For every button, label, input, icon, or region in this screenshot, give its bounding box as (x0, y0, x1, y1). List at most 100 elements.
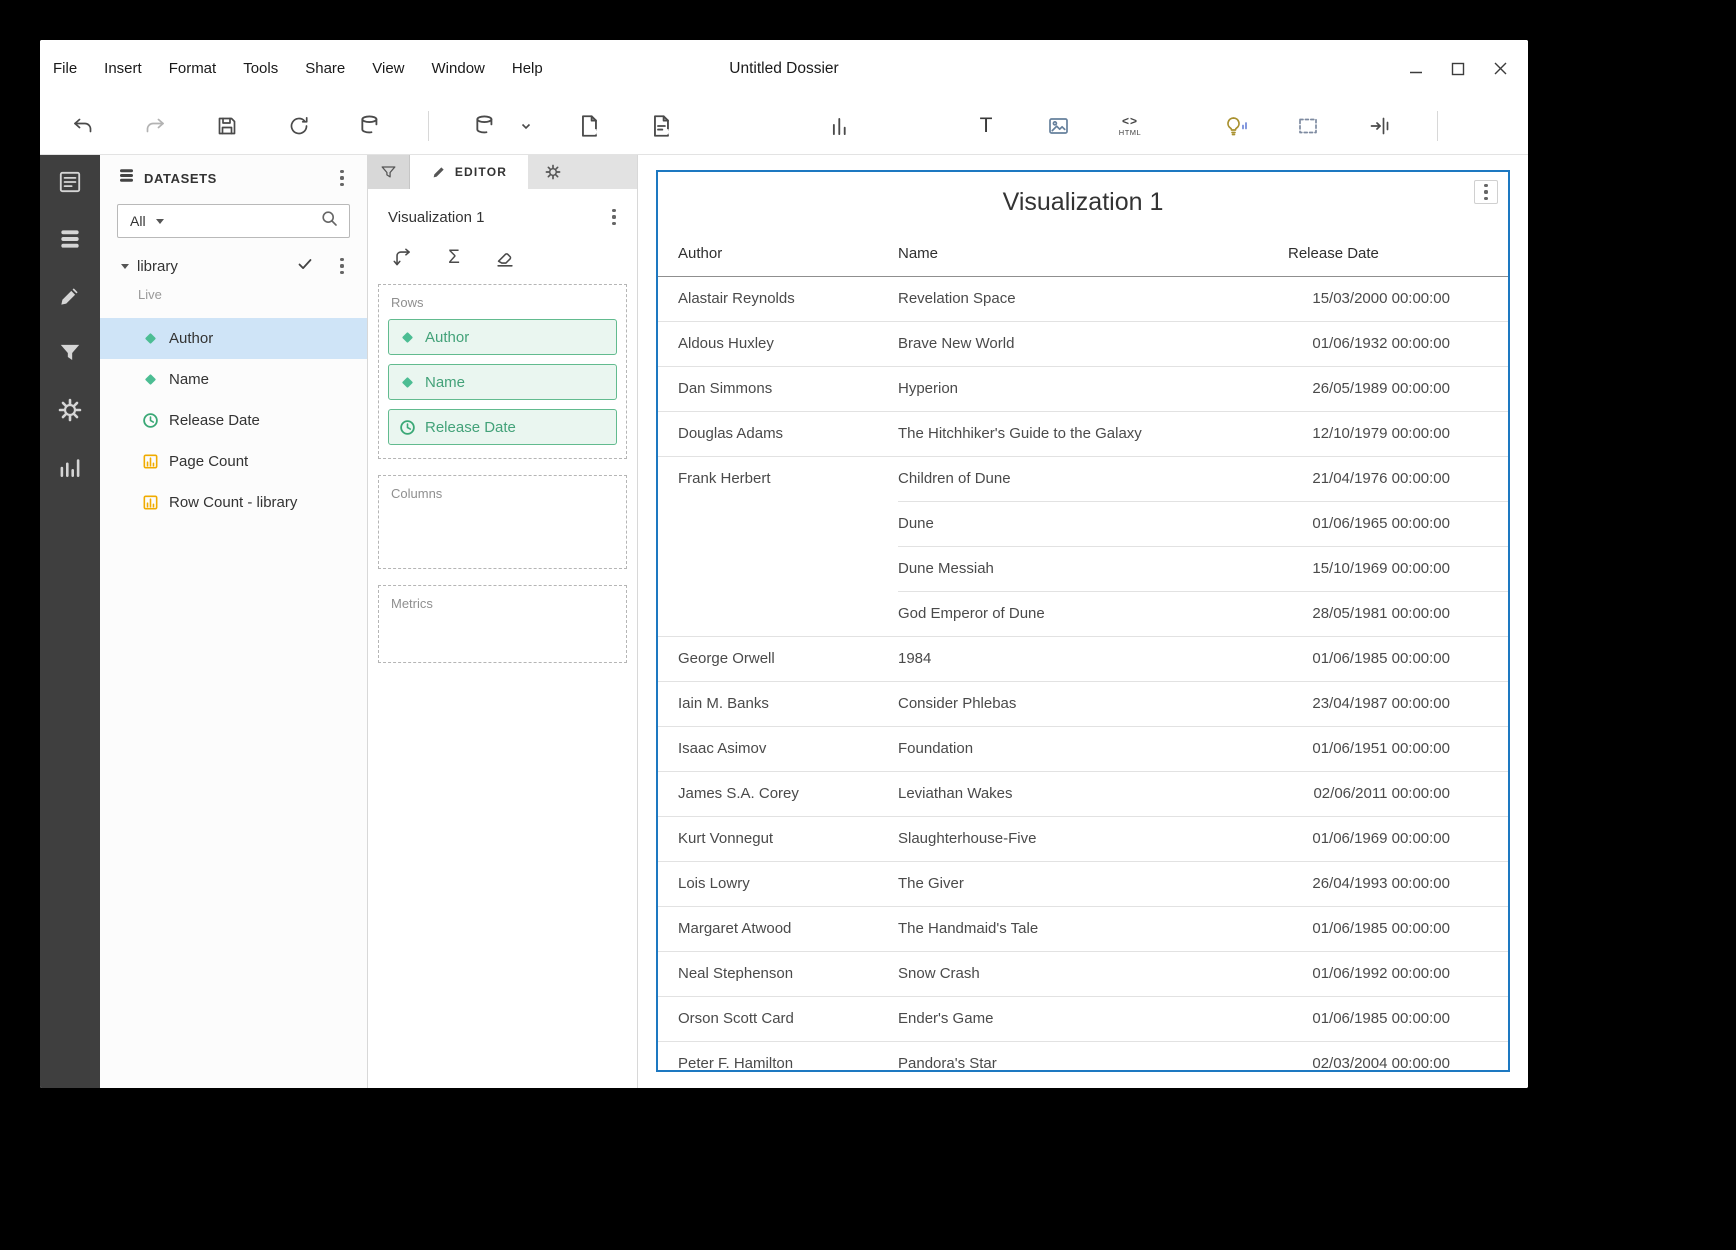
sigma-button[interactable]: Σ (443, 247, 465, 269)
refresh-button[interactable] (284, 109, 314, 143)
release-date-cell[interactable]: 28/05/1981 00:00:00 (1288, 591, 1508, 636)
presentation-mode-button[interactable] (1480, 109, 1510, 143)
pivot-button[interactable] (392, 247, 414, 269)
author-cell[interactable]: Isaac Asimov (658, 726, 898, 771)
column-header-author[interactable]: Author (658, 232, 898, 276)
sidebar-item-contents[interactable] (57, 169, 83, 195)
maximize-button[interactable] (1444, 55, 1472, 83)
sidebar-item-settings[interactable] (57, 397, 83, 423)
release-date-cell[interactable]: 23/04/1987 00:00:00 (1288, 681, 1508, 726)
visualization-card[interactable]: Visualization 1 AuthorNameRelease Date A… (656, 170, 1510, 1072)
insert-selector-button[interactable] (899, 109, 929, 143)
name-cell[interactable]: Dune (898, 501, 1288, 546)
freeform-layout-button[interactable] (1293, 109, 1323, 143)
name-cell[interactable]: Slaughterhouse-Five (898, 816, 1288, 861)
author-cell[interactable]: Neal Stephenson (658, 951, 898, 996)
add-page-button[interactable] (575, 109, 605, 143)
name-cell[interactable]: Snow Crash (898, 951, 1288, 996)
metrics-drop-zone[interactable]: Metrics (378, 585, 627, 663)
undo-button[interactable] (68, 109, 98, 143)
columns-drop-zone[interactable]: Columns (378, 475, 627, 569)
tab-format[interactable] (528, 155, 578, 189)
name-cell[interactable]: Pandora's Star (898, 1041, 1288, 1072)
name-cell[interactable]: Children of Dune (898, 456, 1288, 501)
author-cell[interactable]: Alastair Reynolds (658, 276, 898, 321)
add-chapter-button[interactable] (647, 109, 677, 143)
release-date-cell[interactable]: 01/06/1985 00:00:00 (1288, 906, 1508, 951)
sidebar-item-datasets[interactable] (57, 226, 83, 252)
search-icon[interactable] (320, 209, 339, 233)
dataset-filter-value[interactable]: All (130, 213, 146, 229)
menu-format[interactable]: Format (169, 60, 217, 77)
name-cell[interactable]: The Hitchhiker's Guide to the Galaxy (898, 411, 1288, 456)
insert-html-button[interactable]: <> HTML (1115, 109, 1145, 143)
release-date-cell[interactable]: 26/05/1989 00:00:00 (1288, 366, 1508, 411)
release-date-cell[interactable]: 21/04/1976 00:00:00 (1288, 456, 1508, 501)
insert-image-button[interactable] (1043, 109, 1073, 143)
visualization-menu-button[interactable] (605, 206, 623, 228)
name-cell[interactable]: Brave New World (898, 321, 1288, 366)
eraser-button[interactable] (494, 247, 516, 269)
tab-editor[interactable]: EDITOR (410, 155, 528, 189)
release-date-cell[interactable]: 01/06/1969 00:00:00 (1288, 816, 1508, 861)
column-header-name[interactable]: Name (898, 232, 1288, 276)
name-cell[interactable]: Hyperion (898, 366, 1288, 411)
dataset-status-button[interactable] (356, 109, 386, 143)
dataset-field-row-count-library[interactable]: Row Count - library (100, 482, 367, 523)
name-cell[interactable]: God Emperor of Dune (898, 591, 1288, 636)
release-date-cell[interactable]: 01/06/1985 00:00:00 (1288, 636, 1508, 681)
name-cell[interactable]: The Giver (898, 861, 1288, 906)
datasets-menu-button[interactable] (333, 167, 351, 189)
convert-layout-button[interactable] (1365, 109, 1395, 143)
add-data-button[interactable] (471, 109, 501, 143)
dataset-field-name[interactable]: Name (100, 359, 367, 400)
author-cell[interactable]: Aldous Huxley (658, 321, 898, 366)
release-date-cell[interactable]: 12/10/1979 00:00:00 (1288, 411, 1508, 456)
visualization-card-menu-button[interactable] (1474, 180, 1498, 204)
author-cell[interactable]: George Orwell (658, 636, 898, 681)
menu-insert[interactable]: Insert (104, 60, 142, 77)
menu-share[interactable]: Share (305, 60, 345, 77)
close-button[interactable] (1486, 55, 1514, 83)
dataset-field-author[interactable]: Author (100, 318, 367, 359)
name-cell[interactable]: Leviathan Wakes (898, 771, 1288, 816)
redo-button[interactable] (140, 109, 170, 143)
name-cell[interactable]: Foundation (898, 726, 1288, 771)
author-cell[interactable]: Frank Herbert (658, 456, 898, 636)
sidebar-item-visualization-gallery[interactable] (57, 454, 83, 480)
name-cell[interactable]: Revelation Space (898, 276, 1288, 321)
dataset-field-release-date[interactable]: Release Date (100, 400, 367, 441)
release-date-cell[interactable]: 02/03/2004 00:00:00 (1288, 1041, 1508, 1072)
sidebar-item-filter[interactable] (57, 340, 83, 366)
release-date-cell[interactable]: 26/04/1993 00:00:00 (1288, 861, 1508, 906)
sidebar-item-format[interactable] (57, 283, 83, 309)
menu-window[interactable]: Window (432, 60, 485, 77)
name-cell[interactable]: Consider Phlebas (898, 681, 1288, 726)
author-cell[interactable]: Peter F. Hamilton (658, 1041, 898, 1072)
dataset-search-box[interactable]: All (117, 204, 350, 238)
name-cell[interactable]: Ender's Game (898, 996, 1288, 1041)
zone-chip-release-date[interactable]: Release Date (388, 409, 617, 445)
dataset-field-page-count[interactable]: Page Count (100, 441, 367, 482)
release-date-cell[interactable]: 02/06/2011 00:00:00 (1288, 771, 1508, 816)
author-cell[interactable]: Iain M. Banks (658, 681, 898, 726)
save-button[interactable] (212, 109, 242, 143)
menu-view[interactable]: View (372, 60, 404, 77)
release-date-cell[interactable]: 01/06/1932 00:00:00 (1288, 321, 1508, 366)
author-cell[interactable]: Dan Simmons (658, 366, 898, 411)
insert-text-button[interactable]: T (971, 109, 1001, 143)
name-cell[interactable]: 1984 (898, 636, 1288, 681)
author-cell[interactable]: Douglas Adams (658, 411, 898, 456)
name-cell[interactable]: Dune Messiah (898, 546, 1288, 591)
author-cell[interactable]: Lois Lowry (658, 861, 898, 906)
menu-tools[interactable]: Tools (243, 60, 278, 77)
release-date-cell[interactable]: 01/06/1965 00:00:00 (1288, 501, 1508, 546)
release-date-cell[interactable]: 15/10/1969 00:00:00 (1288, 546, 1508, 591)
author-cell[interactable]: Orson Scott Card (658, 996, 898, 1041)
name-cell[interactable]: The Handmaid's Tale (898, 906, 1288, 951)
zone-chip-author[interactable]: Author (388, 319, 617, 355)
author-cell[interactable]: James S.A. Corey (658, 771, 898, 816)
release-date-cell[interactable]: 01/06/1992 00:00:00 (1288, 951, 1508, 996)
author-cell[interactable]: Kurt Vonnegut (658, 816, 898, 861)
dataset-tree-item-library[interactable]: library (100, 250, 367, 282)
